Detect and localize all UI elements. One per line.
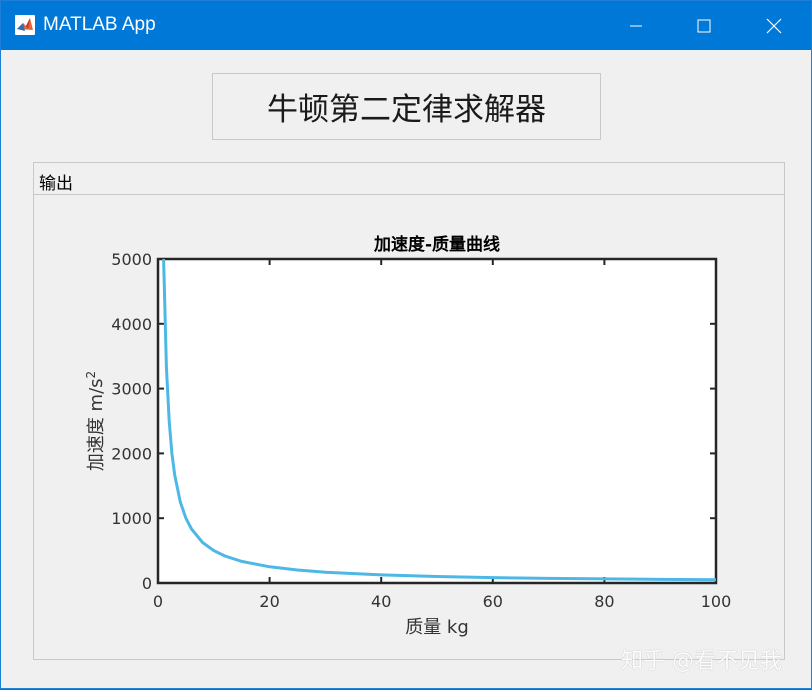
x-tick-label: 20 [259,592,279,611]
acceleration-mass-chart: 加速度-质量曲线 0 20 40 60 80 100 0 1000 2000 3000 4000 5… [84,234,732,638]
y-tick-label: 2000 [111,444,152,463]
y-axis-label-group: 加速度 m/s2 [84,371,107,471]
y-tick-label: 1000 [111,509,152,528]
x-tick-label: 0 [153,592,163,611]
x-tick-label: 100 [701,592,732,611]
app-window: MATLAB App 牛顿第二定律求解器 输出 加速度-质量曲线 0 20 40 60… [0,0,812,689]
x-tick-label: 60 [483,592,503,611]
y-tick-label: 4000 [111,315,152,334]
x-tick-label: 40 [371,592,391,611]
watermark: 知乎 @看不见我 [621,649,782,674]
x-tick-label: 80 [594,592,614,611]
y-tick-label: 3000 [111,380,152,399]
x-axis-label: 质量 kg [405,617,469,638]
y-axis-label: 加速度 m/s [86,378,107,471]
y-tick-label: 0 [142,574,152,593]
y-tick-label: 5000 [111,250,152,269]
y-axis-label-exponent: 2 [84,371,98,379]
chart-title: 加速度-质量曲线 [373,234,500,255]
plot-area [156,257,718,585]
svg-text:加速度 m/s2: 加速度 m/s2 [84,371,107,471]
